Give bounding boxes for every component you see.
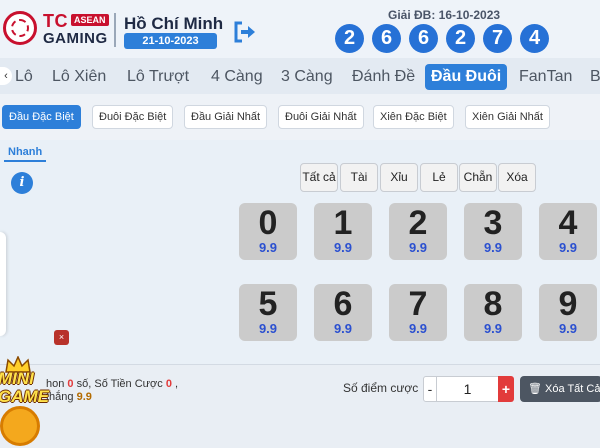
filter-chan-button[interactable]: Chẵn bbox=[459, 163, 497, 192]
bet-amount: 0 bbox=[165, 378, 172, 390]
digit-value: 8 bbox=[483, 285, 503, 323]
result-ball: 2 bbox=[335, 24, 364, 53]
digit-value: 7 bbox=[408, 285, 428, 323]
draw-date[interactable]: 21-10-2023 bbox=[124, 33, 217, 49]
mini-game-badge-icon bbox=[0, 406, 40, 446]
filter-clear-button[interactable]: Xóa bbox=[498, 163, 536, 192]
digit-odds: 9.9 bbox=[558, 321, 578, 336]
result-ball: 2 bbox=[446, 24, 475, 53]
filter-xiu-button[interactable]: Xỉu bbox=[380, 163, 418, 192]
subtab-duoi-giai-nhat[interactable]: Đuôi Giải Nhất bbox=[278, 105, 364, 129]
tab-dau-duoi[interactable]: Đầu Đuôi bbox=[425, 64, 508, 90]
filter-all-button[interactable]: Tất cả bbox=[300, 163, 338, 192]
brand-asean-badge: ASEAN bbox=[71, 14, 109, 26]
subtab-dau-dac-biet[interactable]: Đầu Đặc Biệt bbox=[2, 105, 81, 129]
tab-4-cang[interactable]: 4 Càng bbox=[211, 64, 263, 90]
digit-card[interactable]: 0 9.9 bbox=[239, 203, 297, 260]
digit-card[interactable]: 4 9.9 bbox=[539, 203, 597, 260]
bet-summary-line1: hon 0 số, Số Tiền Cược 0 , bbox=[46, 378, 178, 390]
subtab-duoi-dac-biet[interactable]: Đuôi Đặc Biệt bbox=[92, 105, 174, 129]
logout-icon[interactable] bbox=[233, 21, 257, 43]
result-ball: 4 bbox=[520, 24, 549, 53]
digit-odds: 9.9 bbox=[408, 321, 428, 336]
trash-icon: 🗑 bbox=[528, 383, 542, 395]
tabs-scroll-left-icon[interactable]: ‹ bbox=[0, 67, 12, 85]
tab-3-cang[interactable]: 3 Càng bbox=[281, 64, 333, 90]
tab-lo-truot[interactable]: Lô Trượt bbox=[127, 64, 189, 90]
points-label: Số điểm cược bbox=[343, 381, 419, 395]
tab-more[interactable]: B bbox=[590, 64, 600, 90]
result-ball: 6 bbox=[409, 24, 438, 53]
game-tabs: ‹ Lô Lô Xiên Lô Trượt 4 Càng 3 Càng Đánh… bbox=[0, 58, 600, 94]
digit-odds: 9.9 bbox=[483, 321, 503, 336]
decrease-button[interactable]: - bbox=[423, 376, 437, 402]
brand-logo-icon bbox=[3, 11, 37, 45]
digit-card[interactable]: 1 9.9 bbox=[314, 203, 372, 260]
tab-fantan[interactable]: FanTan bbox=[519, 64, 572, 90]
digit-value: 3 bbox=[483, 204, 503, 242]
header: TC ASEAN GAMING Hồ Chí Minh 21-10-2023 G… bbox=[0, 0, 600, 58]
subtab-xien-giai-nhat[interactable]: Xiên Giải Nhất bbox=[465, 105, 550, 129]
digit-card[interactable]: 3 9.9 bbox=[464, 203, 522, 260]
bet-summary-line2: thắng 9.9 bbox=[46, 391, 92, 403]
filter-tai-button[interactable]: Tài bbox=[340, 163, 378, 192]
selected-unit: số, bbox=[76, 378, 92, 390]
city-title: Hồ Chí Minh bbox=[124, 14, 224, 33]
digit-odds: 9.9 bbox=[408, 240, 428, 255]
clear-all-button[interactable]: 🗑 Xóa Tất Cả bbox=[520, 376, 600, 402]
digit-card[interactable]: 6 9.9 bbox=[314, 284, 372, 341]
digit-card[interactable]: 7 9.9 bbox=[389, 284, 447, 341]
special-prize-digits: 2 6 6 2 7 4 bbox=[335, 24, 549, 53]
subtab-dau-giai-nhat[interactable]: Đầu Giải Nhất bbox=[184, 105, 268, 129]
mini-game-label: MINI GAME bbox=[0, 370, 49, 406]
digit-odds: 9.9 bbox=[558, 240, 578, 255]
digit-card[interactable]: 5 9.9 bbox=[239, 284, 297, 341]
tab-lo-xien[interactable]: Lô Xiên bbox=[52, 64, 106, 90]
digit-value: 5 bbox=[258, 285, 278, 323]
digit-odds: 9.9 bbox=[258, 240, 278, 255]
selected-count: 0 bbox=[67, 378, 74, 390]
side-panel-edge bbox=[0, 232, 6, 336]
subtab-xien-dac-biet[interactable]: Xiên Đặc Biệt bbox=[373, 105, 454, 129]
digit-value: 4 bbox=[558, 204, 578, 242]
mini-game-button[interactable]: MINI GAME bbox=[0, 356, 49, 448]
bet-amount-label: Số Tiền Cược bbox=[94, 378, 163, 390]
mini-game-line2: GAME bbox=[0, 387, 49, 406]
tab-danh-de[interactable]: Đánh Đề bbox=[352, 64, 415, 90]
result-ball: 7 bbox=[483, 24, 512, 53]
win-label: thắng bbox=[46, 391, 74, 403]
summary-suffix: , bbox=[175, 378, 179, 390]
digit-card[interactable]: 2 9.9 bbox=[389, 203, 447, 260]
digit-value: 1 bbox=[333, 204, 353, 242]
tab-lo[interactable]: Lô bbox=[15, 64, 33, 90]
digit-value: 0 bbox=[258, 204, 278, 242]
digit-value: 6 bbox=[333, 285, 353, 323]
quantity-input[interactable] bbox=[437, 376, 498, 402]
digit-card[interactable]: 9 9.9 bbox=[539, 284, 597, 341]
increase-button[interactable]: + bbox=[498, 376, 514, 402]
digit-value: 2 bbox=[408, 204, 428, 242]
digit-odds: 9.9 bbox=[258, 321, 278, 336]
mini-game-line1: MINI bbox=[0, 369, 34, 388]
filter-le-button[interactable]: Lẻ bbox=[420, 163, 458, 192]
brand-tc: TC bbox=[43, 11, 68, 31]
brand-gaming: GAMING bbox=[43, 30, 108, 47]
clear-all-label: Xóa Tất Cả bbox=[545, 383, 600, 395]
special-prize-label: Giải ĐB: 16-10-2023 bbox=[388, 8, 501, 22]
close-icon[interactable]: × bbox=[54, 330, 69, 345]
bet-type-tabs: Đầu Đặc Biệt Đuôi Đặc Biệt Đầu Giải Nhất… bbox=[0, 94, 600, 140]
mode-tab-nhanh[interactable]: Nhanh bbox=[4, 146, 47, 162]
digit-value: 9 bbox=[558, 285, 578, 323]
digit-odds: 9.9 bbox=[333, 240, 353, 255]
result-ball: 6 bbox=[372, 24, 401, 53]
digit-odds: 9.9 bbox=[483, 240, 503, 255]
win-amount: 9.9 bbox=[76, 391, 92, 403]
header-divider bbox=[114, 13, 116, 47]
digit-odds: 9.9 bbox=[333, 321, 353, 336]
info-icon[interactable]: i bbox=[11, 172, 33, 194]
digit-card[interactable]: 8 9.9 bbox=[464, 284, 522, 341]
